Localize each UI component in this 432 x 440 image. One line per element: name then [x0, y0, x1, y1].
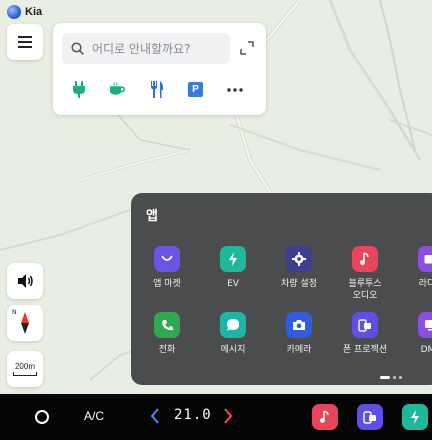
dock-bluetooth-audio[interactable]: [312, 404, 338, 430]
app-label: EV: [227, 279, 239, 289]
app-label: 라디오: [418, 279, 432, 289]
message-icon: [220, 312, 246, 338]
phone-projection-icon: [352, 312, 378, 338]
app-label: 앱 마켓: [153, 279, 181, 289]
lightning-icon: [220, 246, 246, 272]
bluetooth-audio-icon: [352, 246, 378, 272]
app-phone-projection[interactable]: 폰 프로젝션: [333, 312, 397, 356]
app-label: 메시지: [220, 345, 246, 355]
dock-ev[interactable]: [402, 404, 428, 430]
app-label: DMB: [420, 345, 432, 355]
compass-north-label: N: [12, 309, 17, 316]
home-button[interactable]: [35, 410, 49, 424]
app-dmb[interactable]: DMB: [399, 312, 432, 356]
radio-icon: [418, 246, 432, 272]
app-message[interactable]: 메시지: [201, 312, 265, 356]
search-icon: [71, 42, 84, 55]
app-label: 전화: [158, 345, 176, 355]
speaker-icon: [18, 274, 33, 288]
brand: Kia: [7, 4, 42, 20]
gear-icon: [286, 246, 312, 272]
phone-projection-icon: [363, 411, 376, 424]
app-radio[interactable]: 라디오: [399, 246, 432, 290]
bottom-dock: A/C 21.0: [0, 394, 432, 440]
compass-button[interactable]: N: [7, 305, 43, 341]
app-ev[interactable]: EV: [201, 246, 265, 290]
app-label: 블루투스 오디오: [348, 279, 382, 301]
volume-button[interactable]: [7, 263, 43, 299]
app-market[interactable]: 앱 마켓: [135, 246, 199, 290]
app-label: 카메라: [286, 345, 312, 355]
temp-increase-icon[interactable]: [223, 408, 233, 424]
search-card: 어디로 안내할까요? P: [53, 23, 266, 115]
scale-bar: [13, 372, 37, 376]
temperature-value: 21.0: [174, 407, 212, 423]
page-indicator: [380, 376, 402, 379]
expand-icon[interactable]: [239, 40, 255, 56]
page-dot: [399, 376, 402, 379]
app-phone[interactable]: 전화: [135, 312, 199, 356]
app-camera[interactable]: 카메라: [267, 312, 331, 356]
bluetooth-audio-icon: [320, 410, 329, 423]
search-placeholder: 어디로 안내할까요?: [92, 42, 191, 56]
app-bluetooth-audio[interactable]: 블루투스 오디오: [333, 246, 397, 302]
search-input[interactable]: 어디로 안내할까요?: [62, 33, 230, 64]
restaurant-icon[interactable]: [148, 81, 165, 98]
more-icon[interactable]: [226, 81, 243, 98]
hamburger-icon: [18, 33, 32, 51]
coffee-icon[interactable]: [109, 81, 126, 98]
app-panel-title: 앱: [146, 209, 158, 224]
camera-icon: [286, 312, 312, 338]
parking-label: P: [188, 82, 203, 97]
map-scale: 200m: [7, 351, 43, 387]
page-dot: [393, 376, 396, 379]
shopping-bag-icon: [154, 246, 180, 272]
page-dot-active: [380, 376, 390, 379]
ev-charger-icon[interactable]: [70, 81, 87, 98]
app-label: 폰 프로젝션: [342, 345, 388, 355]
menu-button[interactable]: [7, 24, 43, 60]
lightning-icon: [411, 410, 419, 424]
ac-button[interactable]: A/C: [84, 409, 104, 423]
app-grid: 앱 마켓 EV 차량 설정 블루투스 오디오 라디 전화 메시지 카메라 폰 프…: [135, 246, 432, 366]
parking-icon[interactable]: P: [187, 81, 204, 98]
brand-name: Kia: [25, 6, 43, 18]
brand-logo: [7, 5, 21, 19]
dmb-icon: [418, 312, 432, 338]
app-vehicle-settings[interactable]: 차량 설정: [267, 246, 331, 290]
temp-decrease-icon[interactable]: [150, 408, 160, 424]
compass-icon: [21, 312, 29, 334]
scale-label: 200m: [14, 362, 35, 371]
category-row: P: [70, 81, 243, 98]
app-label: 차량 설정: [281, 279, 317, 289]
phone-icon: [154, 312, 180, 338]
dock-phone-projection[interactable]: [357, 404, 383, 430]
app-panel: 앱 앱 마켓 EV 차량 설정 블루투스 오디오 라디 전화 메시지 카메라 폰…: [131, 193, 432, 385]
